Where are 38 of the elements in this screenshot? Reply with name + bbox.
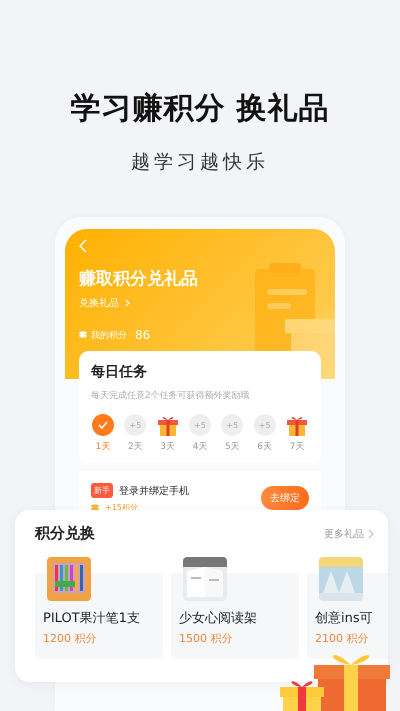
gift-card[interactable]: 少女心阅读架 1500 积分: [171, 557, 299, 659]
day-label: 5天: [224, 441, 240, 453]
points-label: 我的积分: [91, 330, 127, 342]
gift-points: 1500 积分: [179, 631, 234, 646]
back-icon[interactable]: [79, 239, 87, 253]
gift-icon: [156, 414, 180, 436]
gift-name: 创意ins可: [315, 610, 374, 627]
points-value: 86: [135, 328, 150, 342]
reward-circle: +5: [124, 414, 146, 436]
day-label: 3天: [160, 441, 176, 453]
day-label: 6天: [257, 441, 272, 453]
day-label: 7天: [290, 441, 304, 453]
check-circle: [92, 414, 114, 436]
page-title: 赚取积分兑礼品: [79, 268, 198, 290]
reward-circle: +5: [188, 414, 211, 436]
gift-name: PILOT果汁笔1支: [43, 610, 141, 627]
coins-icon: [91, 504, 99, 512]
headline: 学习赚积分 换礼品: [70, 90, 330, 128]
day-label: 4天: [192, 441, 208, 453]
subtitle: 越学习越快乐: [131, 150, 269, 175]
reward-circle: +5: [221, 414, 244, 436]
chevron-right-icon: [125, 299, 130, 307]
new-tag: 新手: [91, 483, 113, 498]
task-title: 登录并绑定手机: [119, 484, 189, 498]
gift-points: 1200 积分: [43, 631, 98, 646]
coins-icon: [79, 331, 87, 339]
gift-card[interactable]: PILOT果汁笔1支 1200 积分: [35, 557, 163, 659]
reward-circle: +5: [254, 414, 276, 436]
card-title: 每日任务: [91, 363, 148, 381]
gift-points: 2100 积分: [315, 631, 370, 646]
section-title: 积分兑换: [35, 524, 95, 543]
gift-name: 少女心阅读架: [179, 610, 258, 627]
card-hint: 每天完成任意2个任务可获得额外奖励哦: [91, 390, 251, 402]
gift-icon: [284, 414, 309, 436]
chevron-right-icon: [368, 528, 374, 538]
day-label: 1天: [96, 441, 110, 453]
day-label: 2天: [128, 441, 143, 453]
gift-card[interactable]: 创意ins可 2100 积分: [307, 557, 388, 659]
